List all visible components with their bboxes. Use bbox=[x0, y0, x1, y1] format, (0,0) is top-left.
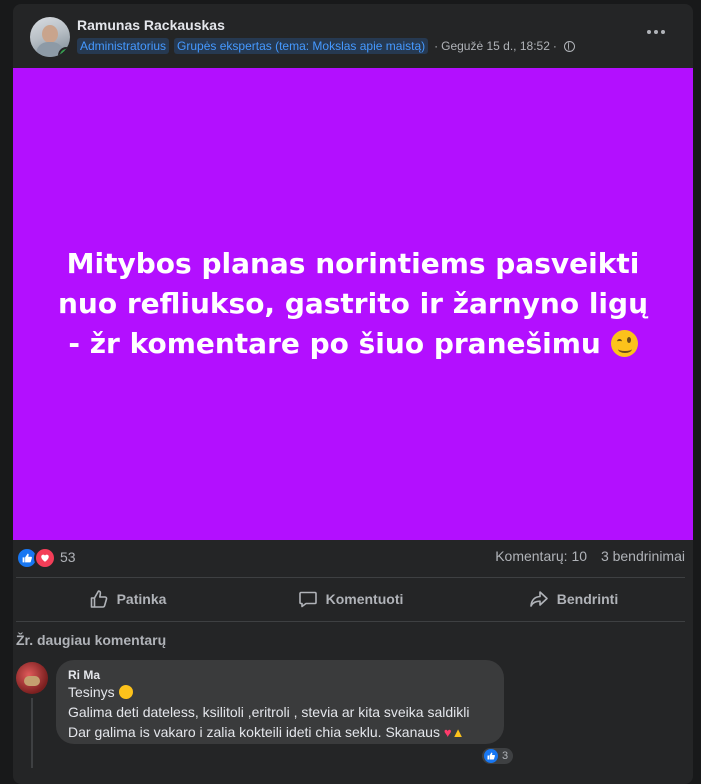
pray-emoji-icon: ▲ bbox=[451, 725, 465, 740]
share-button[interactable]: Bendrinti bbox=[462, 578, 685, 620]
author-avatar[interactable] bbox=[30, 17, 70, 57]
comment-line-3: Dar galima is vakaro i zalia kokteili id… bbox=[68, 724, 440, 740]
globe-icon bbox=[563, 40, 575, 52]
comment-line-1: Tesinys bbox=[68, 684, 115, 700]
thread-line bbox=[31, 698, 33, 768]
dot-icon bbox=[647, 30, 651, 34]
comment-reactions[interactable]: 3 bbox=[482, 748, 514, 764]
post-meta: Administratorius Grupės ekspertas (tema:… bbox=[77, 38, 575, 54]
divider bbox=[16, 621, 685, 622]
comment-button[interactable]: Komentuoti bbox=[239, 578, 462, 620]
hearts-emoji-icon: ♥ bbox=[443, 725, 452, 740]
post-header: Ramunas Rackauskas Administratorius Grup… bbox=[30, 14, 677, 64]
comment-reactions-count: 3 bbox=[502, 750, 509, 762]
comments-count[interactable]: Komentarų: 10 bbox=[495, 548, 587, 564]
online-status-icon bbox=[58, 47, 70, 57]
expert-badge[interactable]: Grupės ekspertas (tema: Mokslas apie mai… bbox=[174, 38, 429, 54]
smile-emoji-icon bbox=[118, 685, 133, 699]
shares-count[interactable]: 3 bendrinimai bbox=[601, 548, 685, 564]
comment-line-2: Galima deti dateless, ksilitoli ,eritrol… bbox=[68, 704, 470, 720]
wink-emoji-icon bbox=[610, 330, 638, 357]
stats-right: Komentarų: 10 3 bendrinimai bbox=[485, 548, 685, 564]
admin-badge[interactable]: Administratorius bbox=[77, 38, 170, 54]
post-actions: Patinka Komentuoti Bendrinti bbox=[16, 578, 685, 620]
dot-icon bbox=[661, 30, 665, 34]
commenter-name[interactable]: Ri Ma bbox=[68, 668, 492, 682]
love-reaction-icon bbox=[34, 547, 56, 569]
view-more-comments-link[interactable]: Žr. daugiau komentarų bbox=[16, 632, 166, 648]
post-image-text: Mitybos planas norintiems pasveikti nuo … bbox=[57, 247, 649, 360]
post-date[interactable]: Gegužė 15 d., 18:52 bbox=[441, 39, 550, 53]
like-reaction-icon bbox=[484, 749, 498, 763]
comment-bubble: Ri Ma Tesinys Galima deti dateless, ksil… bbox=[56, 660, 504, 744]
reactions-count[interactable]: 53 bbox=[60, 549, 76, 565]
more-options-button[interactable] bbox=[641, 22, 671, 42]
comment-icon bbox=[298, 591, 317, 608]
commenter-avatar[interactable] bbox=[16, 662, 48, 694]
share-icon bbox=[529, 591, 548, 607]
author-name[interactable]: Ramunas Rackauskas bbox=[77, 17, 225, 33]
like-button[interactable]: Patinka bbox=[16, 578, 239, 620]
post-image[interactable]: Mitybos planas norintiems pasveikti nuo … bbox=[13, 68, 693, 540]
post-stats: 53 Komentarų: 10 3 bendrinimai bbox=[16, 546, 685, 569]
reactions-summary[interactable] bbox=[16, 547, 56, 569]
thumbs-up-icon bbox=[90, 590, 107, 608]
dot-icon bbox=[654, 30, 658, 34]
